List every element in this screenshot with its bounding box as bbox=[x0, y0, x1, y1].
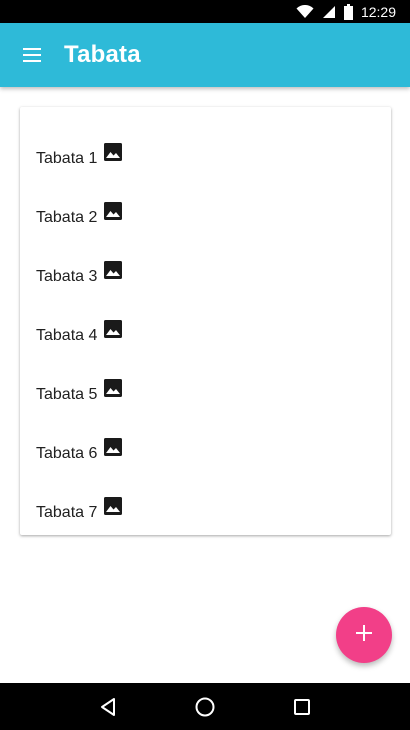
hamburger-menu-icon[interactable] bbox=[20, 43, 44, 67]
home-icon[interactable] bbox=[185, 687, 225, 727]
recents-icon[interactable] bbox=[282, 687, 322, 727]
list-item-label: Tabata 7 bbox=[36, 503, 98, 521]
list-item-label: Tabata 5 bbox=[36, 385, 98, 403]
list-item[interactable]: Tabata 7 bbox=[20, 479, 391, 538]
status-time: 12:29 bbox=[360, 3, 396, 20]
battery-icon bbox=[343, 3, 353, 20]
wifi-icon bbox=[296, 4, 314, 19]
list-item[interactable]: Tabata 5 bbox=[20, 361, 391, 420]
list-item-label: Tabata 2 bbox=[36, 208, 98, 226]
list-item-label: Tabata 3 bbox=[36, 267, 98, 285]
signal-icon bbox=[322, 5, 336, 19]
image-icon bbox=[104, 319, 123, 338]
status-bar: 12:29 bbox=[0, 0, 410, 23]
list-item[interactable]: Tabata 3 bbox=[20, 243, 391, 302]
tabata-list-card: Tabata 1 Tabata 2 Tabata 3 Tabata 4 Taba… bbox=[20, 107, 391, 535]
list-item-label: Tabata 1 bbox=[36, 149, 98, 167]
image-icon bbox=[104, 378, 123, 397]
add-icon bbox=[356, 624, 372, 646]
app-bar: Tabata bbox=[0, 23, 410, 87]
tabata-list: Tabata 1 Tabata 2 Tabata 3 Tabata 4 Taba… bbox=[20, 107, 391, 538]
list-item[interactable]: Tabata 4 bbox=[20, 302, 391, 361]
image-icon bbox=[104, 201, 123, 220]
app-title: Tabata bbox=[64, 41, 141, 68]
image-icon bbox=[104, 260, 123, 279]
list-item[interactable]: Tabata 1 bbox=[20, 125, 391, 184]
list-item[interactable]: Tabata 6 bbox=[20, 420, 391, 479]
list-item-label: Tabata 4 bbox=[36, 326, 98, 344]
image-icon bbox=[104, 142, 123, 161]
system-nav-bar bbox=[0, 683, 410, 730]
add-button[interactable] bbox=[336, 607, 392, 663]
back-icon[interactable] bbox=[88, 687, 128, 727]
list-item[interactable]: Tabata 2 bbox=[20, 184, 391, 243]
image-icon bbox=[104, 496, 123, 515]
image-icon bbox=[104, 437, 123, 456]
list-item-label: Tabata 6 bbox=[36, 444, 98, 462]
